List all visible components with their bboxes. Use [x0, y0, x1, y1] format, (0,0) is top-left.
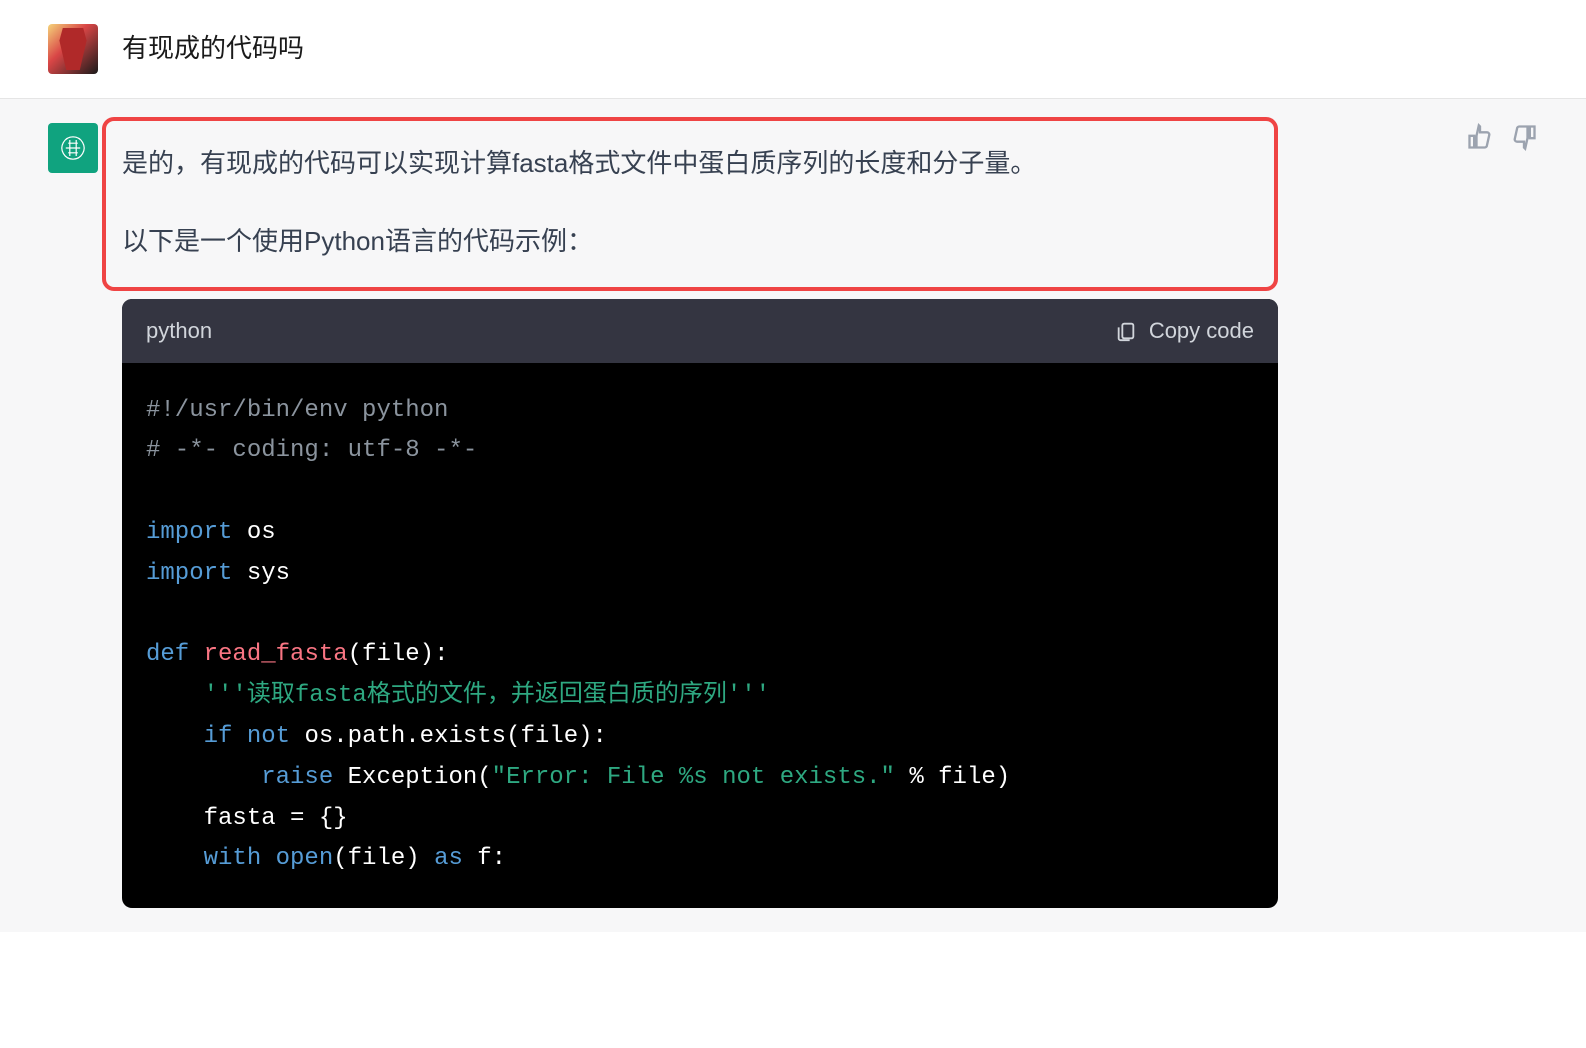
- assistant-avatar: [48, 123, 98, 173]
- code-token: import: [146, 560, 232, 587]
- code-token: if: [204, 723, 233, 750]
- user-message-row: 有现成的代码吗: [0, 0, 1586, 99]
- highlight-annotation: 是的，有现成的代码可以实现计算fasta格式文件中蛋白质序列的长度和分子量。 以…: [102, 117, 1278, 291]
- thumbs-up-button[interactable]: [1466, 123, 1494, 151]
- assistant-message-content: 是的，有现成的代码可以实现计算fasta格式文件中蛋白质序列的长度和分子量。 以…: [122, 123, 1538, 908]
- code-token: def: [146, 641, 189, 668]
- code-token: fasta = {}: [204, 805, 348, 832]
- user-message-content: 有现成的代码吗: [122, 24, 1538, 74]
- copy-code-label: Copy code: [1149, 313, 1254, 348]
- assistant-paragraph-2: 以下是一个使用Python语言的代码示例：: [122, 219, 1258, 263]
- code-token: sys: [247, 560, 290, 587]
- code-token: with: [204, 845, 262, 872]
- clipboard-icon: [1115, 320, 1137, 342]
- copy-code-button[interactable]: Copy code: [1115, 313, 1254, 348]
- code-token: os: [247, 519, 276, 546]
- code-block: python Copy code #!/usr/bin/env python #…: [122, 299, 1278, 908]
- code-token: os.path.exists(file):: [304, 723, 606, 750]
- code-header: python Copy code: [122, 299, 1278, 362]
- code-line-coding: # -*- coding: utf-8 -*-: [146, 437, 477, 464]
- user-avatar: [48, 24, 98, 74]
- code-body[interactable]: #!/usr/bin/env python # -*- coding: utf-…: [122, 363, 1278, 909]
- user-message-text: 有现成的代码吗: [122, 28, 1538, 70]
- code-token: import: [146, 519, 232, 546]
- code-token: "Error: File %s not exists.": [492, 764, 895, 791]
- code-token: (file): [333, 845, 434, 872]
- code-token: as: [434, 845, 463, 872]
- thumbs-down-icon: [1510, 123, 1538, 151]
- code-token: Exception(: [348, 764, 492, 791]
- code-token: % file): [895, 764, 1010, 791]
- code-token: read_fasta: [204, 641, 348, 668]
- code-token: (file):: [348, 641, 449, 668]
- code-token: f:: [463, 845, 506, 872]
- thumbs-up-icon: [1466, 123, 1494, 151]
- openai-logo-icon: [57, 132, 89, 164]
- code-language-label: python: [146, 313, 212, 348]
- code-token: open: [276, 845, 334, 872]
- code-token: '''读取fasta格式的文件，并返回蛋白质的序列''': [204, 682, 770, 709]
- thumbs-down-button[interactable]: [1510, 123, 1538, 151]
- code-token: raise: [261, 764, 333, 791]
- code-token: not: [247, 723, 290, 750]
- feedback-controls: [1466, 123, 1538, 151]
- code-line-shebang: #!/usr/bin/env python: [146, 397, 448, 424]
- assistant-message-row: 是的，有现成的代码可以实现计算fasta格式文件中蛋白质序列的长度和分子量。 以…: [0, 99, 1586, 932]
- assistant-paragraph-1: 是的，有现成的代码可以实现计算fasta格式文件中蛋白质序列的长度和分子量。: [122, 141, 1258, 185]
